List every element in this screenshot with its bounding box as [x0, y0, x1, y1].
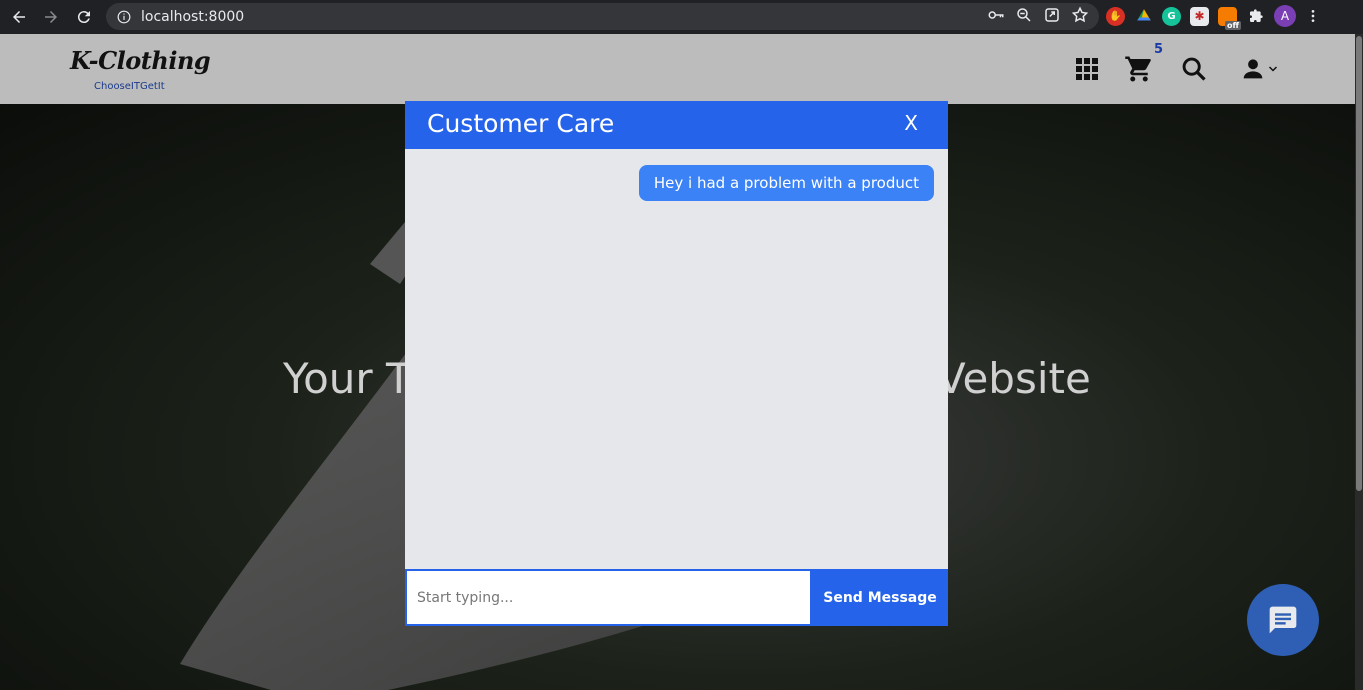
- page-viewport: Your T Vebsite K-Clothing ChooseITGetIt …: [0, 34, 1363, 690]
- scrollbar-thumb[interactable]: [1356, 36, 1362, 491]
- stop-icon[interactable]: ✋: [1106, 6, 1125, 26]
- key-icon[interactable]: [987, 6, 1005, 24]
- customer-care-modal: Customer Care X Hey i had a problem with…: [405, 101, 948, 626]
- star-icon[interactable]: [1071, 6, 1089, 24]
- chat-input[interactable]: [405, 569, 812, 626]
- chevron-down-icon: [1268, 66, 1278, 72]
- off-label: off: [1225, 20, 1241, 30]
- share-icon[interactable]: [1043, 6, 1061, 24]
- off-badge-icon[interactable]: off: [1218, 6, 1241, 30]
- cart-count-badge: 5: [1154, 42, 1164, 57]
- drive-icon[interactable]: [1134, 7, 1153, 26]
- modal-title: Customer Care: [427, 109, 615, 138]
- more-vert-icon[interactable]: [1305, 8, 1321, 24]
- modal-header: Customer Care X: [405, 101, 948, 149]
- forward-button[interactable]: [35, 1, 67, 33]
- profile-avatar[interactable]: A: [1274, 5, 1296, 27]
- cart-icon: [1125, 56, 1151, 82]
- browser-toolbar: localhost:8000 ✋ G ✱ off A: [0, 0, 1363, 34]
- hero-title-right: Vebsite: [937, 354, 1091, 403]
- address-bar[interactable]: localhost:8000: [106, 3, 1099, 30]
- zoom-icon[interactable]: [1015, 6, 1033, 24]
- chat-fab-button[interactable]: [1247, 584, 1319, 656]
- chat-icon: [1269, 606, 1297, 634]
- url-text: localhost:8000: [141, 8, 245, 25]
- site-tagline: ChooseITGetIt: [94, 81, 165, 92]
- grammarly-icon[interactable]: G: [1162, 6, 1181, 26]
- account-menu-button[interactable]: [1234, 54, 1284, 84]
- reload-icon: [77, 11, 90, 24]
- hero-title-left: Your T: [283, 354, 412, 403]
- site-header: K-Clothing ChooseITGetIt 5: [0, 34, 1355, 104]
- chat-input-row: Send Message: [405, 569, 948, 626]
- puzzle-red-icon[interactable]: ✱: [1190, 6, 1209, 26]
- info-icon[interactable]: [117, 10, 131, 24]
- back-button[interactable]: [3, 1, 35, 33]
- cart-button[interactable]: [1124, 54, 1154, 84]
- arrow-left-icon: [13, 11, 25, 23]
- send-message-button[interactable]: Send Message: [812, 569, 948, 626]
- search-button[interactable]: [1179, 54, 1209, 84]
- extensions-icon[interactable]: [1246, 7, 1265, 26]
- reload-button[interactable]: [68, 1, 100, 33]
- search-icon: [1182, 57, 1206, 81]
- close-button[interactable]: X: [904, 111, 918, 135]
- page-scrollbar[interactable]: [1355, 34, 1363, 690]
- chat-message-user: Hey i had a problem with a product: [638, 165, 934, 201]
- arrow-right-icon: [45, 11, 57, 23]
- apps-grid-button[interactable]: [1072, 54, 1102, 84]
- apps-grid-icon: [1076, 58, 1098, 80]
- extension-bar: ✋ G ✱ off A: [1106, 5, 1321, 30]
- site-logo[interactable]: K-Clothing: [70, 46, 211, 75]
- user-icon: [1243, 59, 1263, 79]
